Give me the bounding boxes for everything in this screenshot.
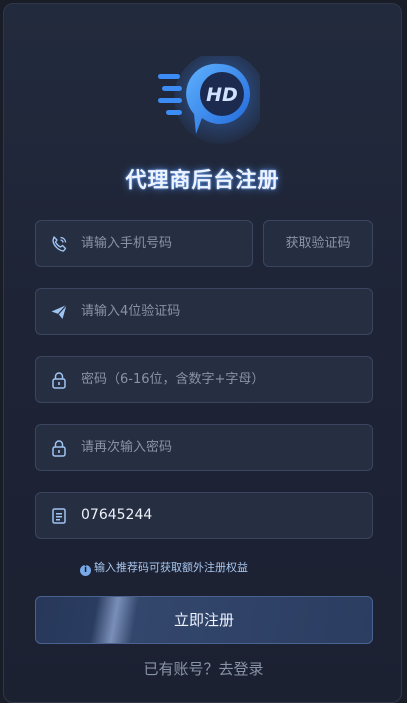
phone-input[interactable]: 请输入手机号码 — [81, 221, 172, 266]
hint-text: 输入推荐码可获取额外注册权益 — [94, 561, 248, 574]
phone-icon — [52, 236, 67, 252]
referral-code-field[interactable]: 07645244 — [35, 492, 373, 539]
sms-code-field[interactable]: 请输入4位验证码 — [35, 288, 373, 335]
hd-logo: HD — [158, 56, 260, 144]
password-confirm-input[interactable]: 请再次输入密码 — [81, 425, 172, 470]
login-link[interactable]: 已有账号？去登录 — [0, 658, 407, 679]
password-confirm-field[interactable]: 请再次输入密码 — [35, 424, 373, 471]
referral-hint: i 输入推荐码可获取额外注册权益 — [80, 560, 248, 576]
referral-code-input[interactable]: 07645244 — [81, 493, 152, 538]
password-field[interactable]: 密码（6-16位，含数字+字母） — [35, 356, 373, 403]
lock-icon — [52, 372, 66, 389]
register-button[interactable]: 立即注册 — [35, 596, 373, 644]
send-icon — [51, 304, 67, 319]
info-icon: i — [80, 565, 91, 576]
sms-code-input[interactable]: 请输入4位验证码 — [81, 289, 180, 334]
password-input[interactable]: 密码（6-16位，含数字+字母） — [81, 357, 264, 402]
logo-letters: HD — [206, 84, 238, 106]
get-code-button[interactable]: 获取验证码 — [263, 220, 373, 267]
page-title: 代理商后台注册 — [125, 168, 280, 192]
document-icon — [52, 508, 66, 524]
lock-icon — [52, 440, 66, 457]
phone-field[interactable]: 请输入手机号码 — [35, 220, 253, 267]
